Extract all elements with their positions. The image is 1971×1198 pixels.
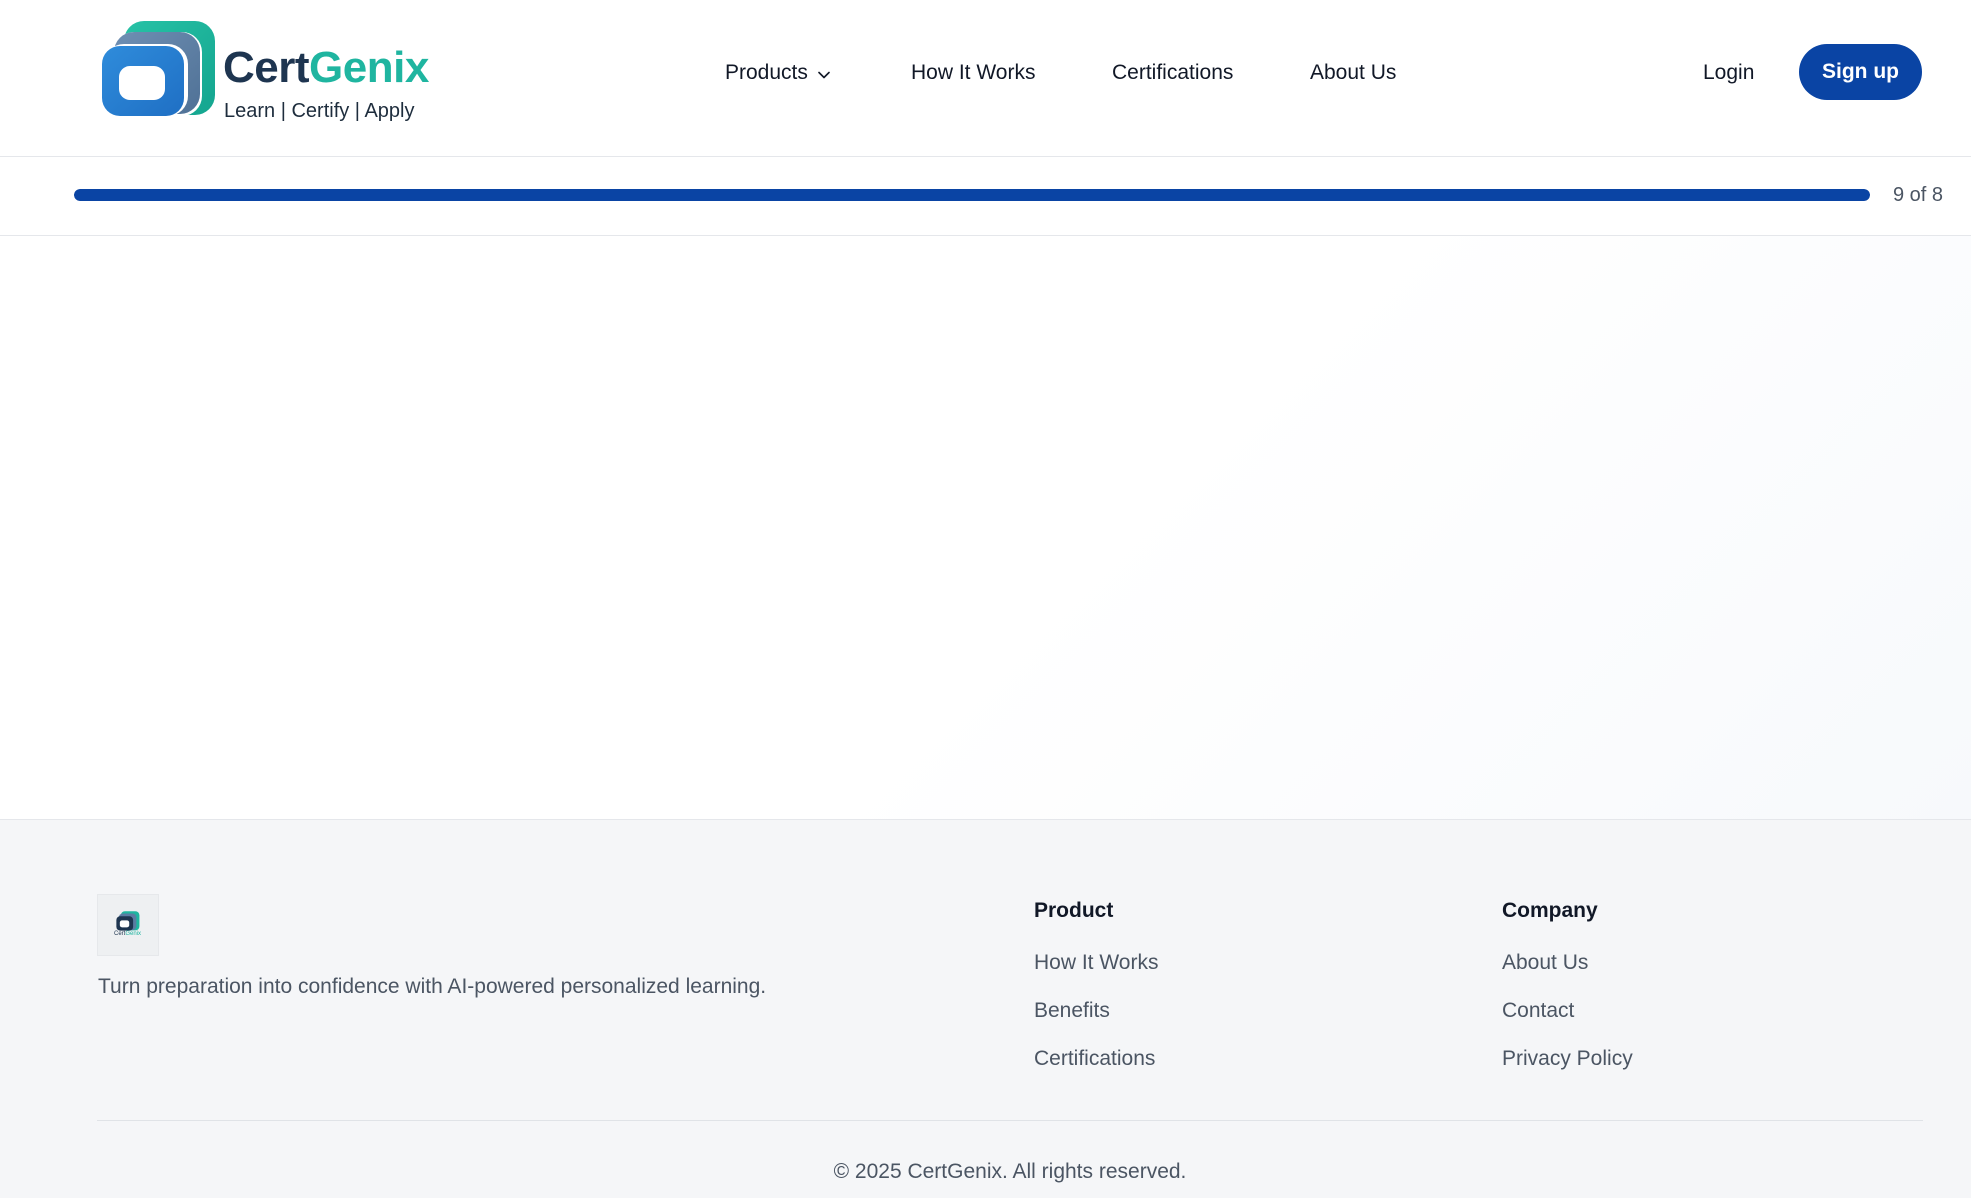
brand-wordmark: CertGenix	[223, 46, 429, 90]
main-content	[0, 236, 1971, 819]
nav-products-label: Products	[725, 61, 808, 84]
brand-name-part1: Cert	[223, 43, 310, 92]
brand-name-part2: Genix	[309, 43, 429, 92]
nav-products[interactable]: Products	[725, 57, 830, 89]
progress-counter: 9 of 8	[1893, 184, 1944, 206]
brand-tagline: Learn | Certify | Apply	[224, 100, 415, 122]
login-link[interactable]: Login	[1703, 57, 1754, 89]
footer-column-title: Product	[1034, 899, 1114, 922]
footer-logo-mark-icon	[116, 911, 140, 931]
footer-link-privacy-policy[interactable]: Privacy Policy	[1502, 1043, 1633, 1075]
site-footer: CertGenix Turn preparation into confiden…	[0, 819, 1971, 1198]
copyright-text: © 2025 CertGenix. All rights reserved.	[833, 1160, 1187, 1183]
progress-section: 9 of 8	[0, 157, 1971, 236]
footer-divider	[97, 1120, 1923, 1121]
brand-logo[interactable]: CertGenix Learn | Certify | Apply	[101, 20, 431, 126]
site-header: CertGenix Learn | Certify | Apply Produc…	[0, 0, 1971, 157]
footer-logo-wordmark: CertGenix	[114, 931, 142, 937]
nav-how-it-works[interactable]: How It Works	[911, 57, 1035, 89]
progress-fill	[74, 189, 1870, 201]
nav-certifications[interactable]: Certifications	[1112, 57, 1233, 89]
footer-column-title: Company	[1502, 899, 1598, 922]
footer-column-product: Product How It Works Benefits Certificat…	[1034, 895, 1158, 1075]
footer-column-company: Company About Us Contact Privacy Policy	[1502, 895, 1633, 1075]
footer-description: Turn preparation into confidence with AI…	[98, 975, 767, 998]
footer-link-benefits[interactable]: Benefits	[1034, 995, 1158, 1027]
signup-button[interactable]: Sign up	[1799, 44, 1922, 100]
footer-logo[interactable]: CertGenix	[97, 894, 159, 956]
footer-link-how-it-works[interactable]: How It Works	[1034, 947, 1158, 979]
nav-about-us[interactable]: About Us	[1310, 57, 1396, 89]
progress-track	[74, 189, 1870, 201]
chevron-down-icon	[818, 57, 830, 89]
logo-mark-icon	[102, 21, 215, 116]
footer-link-certifications[interactable]: Certifications	[1034, 1043, 1158, 1075]
footer-link-about-us[interactable]: About Us	[1502, 947, 1633, 979]
footer-link-contact[interactable]: Contact	[1502, 995, 1633, 1027]
